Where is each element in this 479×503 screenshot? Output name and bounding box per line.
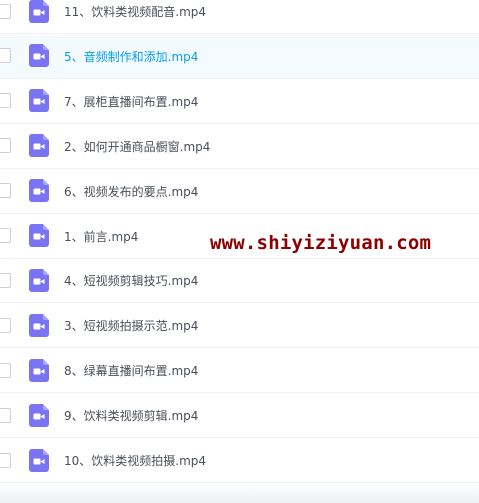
file-row-8[interactable]: 3、短视频拍摄示范.mp4 xyxy=(0,304,479,349)
video-file-icon xyxy=(29,224,49,247)
row-checkbox[interactable] xyxy=(0,228,11,243)
file-name: 6、视频发布的要点.mp4 xyxy=(64,184,199,199)
row-checkbox[interactable] xyxy=(0,317,11,333)
video-file-icon xyxy=(29,0,49,23)
file-name: 11、饮料类视频配音.mp4 xyxy=(64,5,207,19)
video-file-icon xyxy=(29,44,49,68)
video-file-icon xyxy=(29,268,49,292)
row-checkbox[interactable] xyxy=(0,93,11,109)
row-checkbox[interactable] xyxy=(0,272,11,288)
file-name: 2、如何开通商品橱窗.mp4 xyxy=(64,139,211,154)
row-checkbox[interactable] xyxy=(0,362,11,378)
file-name: 4、短视频剪辑技巧.mp4 xyxy=(64,274,199,289)
bottom-bar xyxy=(0,488,479,503)
file-row-1[interactable]: 11、饮料类视频配音.mp4 xyxy=(0,0,479,34)
video-file-icon xyxy=(29,179,49,203)
file-row-5[interactable]: 6、视频发布的要点.mp4 xyxy=(0,170,479,214)
video-file-icon xyxy=(29,358,49,382)
row-checkbox[interactable] xyxy=(0,183,11,199)
video-file-icon xyxy=(29,89,49,113)
file-name: 3、短视频拍摄示范.mp4 xyxy=(64,319,199,334)
file-name: 1、前言.mp4 xyxy=(64,229,139,244)
file-name: 9、饮料类视频剪辑.mp4 xyxy=(64,409,199,424)
file-name: 5、音频制作和添加.mp4 xyxy=(64,49,199,64)
file-row-2[interactable]: 5、音频制作和添加.mp4 xyxy=(0,34,479,79)
row-checkbox[interactable] xyxy=(0,48,11,64)
file-row-10[interactable]: 9、饮料类视频剪辑.mp4 xyxy=(0,394,479,439)
row-checkbox[interactable] xyxy=(0,407,11,423)
video-file-icon xyxy=(29,134,49,158)
row-checkbox[interactable] xyxy=(0,452,11,468)
file-row-7[interactable]: 4、短视频剪辑技巧.mp4 xyxy=(0,259,479,304)
video-file-icon xyxy=(29,403,49,427)
file-name: 10、饮料类视频拍摄.mp4 xyxy=(64,454,207,468)
watermark-text: www.shiyiziyuan.com xyxy=(210,232,432,254)
row-checkbox[interactable] xyxy=(0,3,11,19)
file-name: 8、绿幕直播间布置.mp4 xyxy=(64,364,199,379)
video-file-icon xyxy=(29,313,49,337)
video-file-icon xyxy=(29,448,49,472)
file-row-3[interactable]: 7、展柜直播间布置.mp4 xyxy=(0,80,479,124)
file-name: 7、展柜直播间布置.mp4 xyxy=(64,94,199,109)
file-row-11[interactable]: 10、饮料类视频拍摄.mp4 xyxy=(0,439,479,483)
row-checkbox[interactable] xyxy=(0,138,11,154)
file-row-4[interactable]: 2、如何开通商品橱窗.mp4 xyxy=(0,125,479,169)
file-row-9[interactable]: 8、绿幕直播间布置.mp4 xyxy=(0,349,479,394)
